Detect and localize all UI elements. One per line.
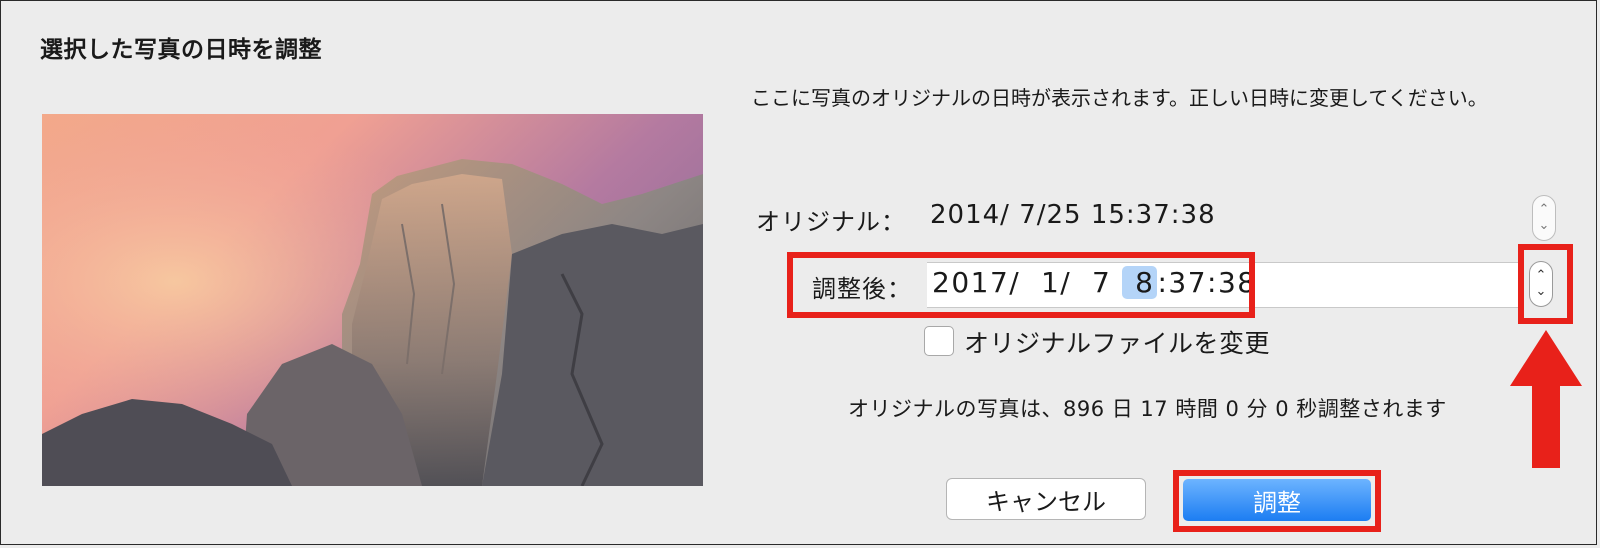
chevron-up-icon: ⌃ [1538,202,1550,217]
original-stepper: ⌃ ⌄ [1532,195,1556,241]
modify-original-label[interactable]: オリジナルファイルを変更 [964,324,1270,360]
dialog-title: 選択した写真の日時を調整 [40,37,322,63]
red-arrow-up-icon [1506,328,1586,477]
photo-preview [42,114,703,486]
highlight-box-stepper [1518,244,1573,324]
highlight-box-adjust-button [1173,470,1381,532]
chevron-down-icon: ⌄ [1538,218,1550,233]
adjustment-info-text: オリジナルの写真は、896 日 17 時間 0 分 0 秒調整されます [848,397,1447,421]
cancel-button[interactable]: キャンセル [946,478,1146,520]
original-label: オリジナル： [756,208,906,236]
modify-original-checkbox[interactable] [924,326,954,356]
original-datetime: 2014/ 7/25 15:37:38 [930,200,1216,230]
description-text: ここに写真のオリジナルの日時が表示されます。正しい日時に変更してください。 [751,86,1488,110]
highlight-box-adjusted-field [787,252,1255,318]
